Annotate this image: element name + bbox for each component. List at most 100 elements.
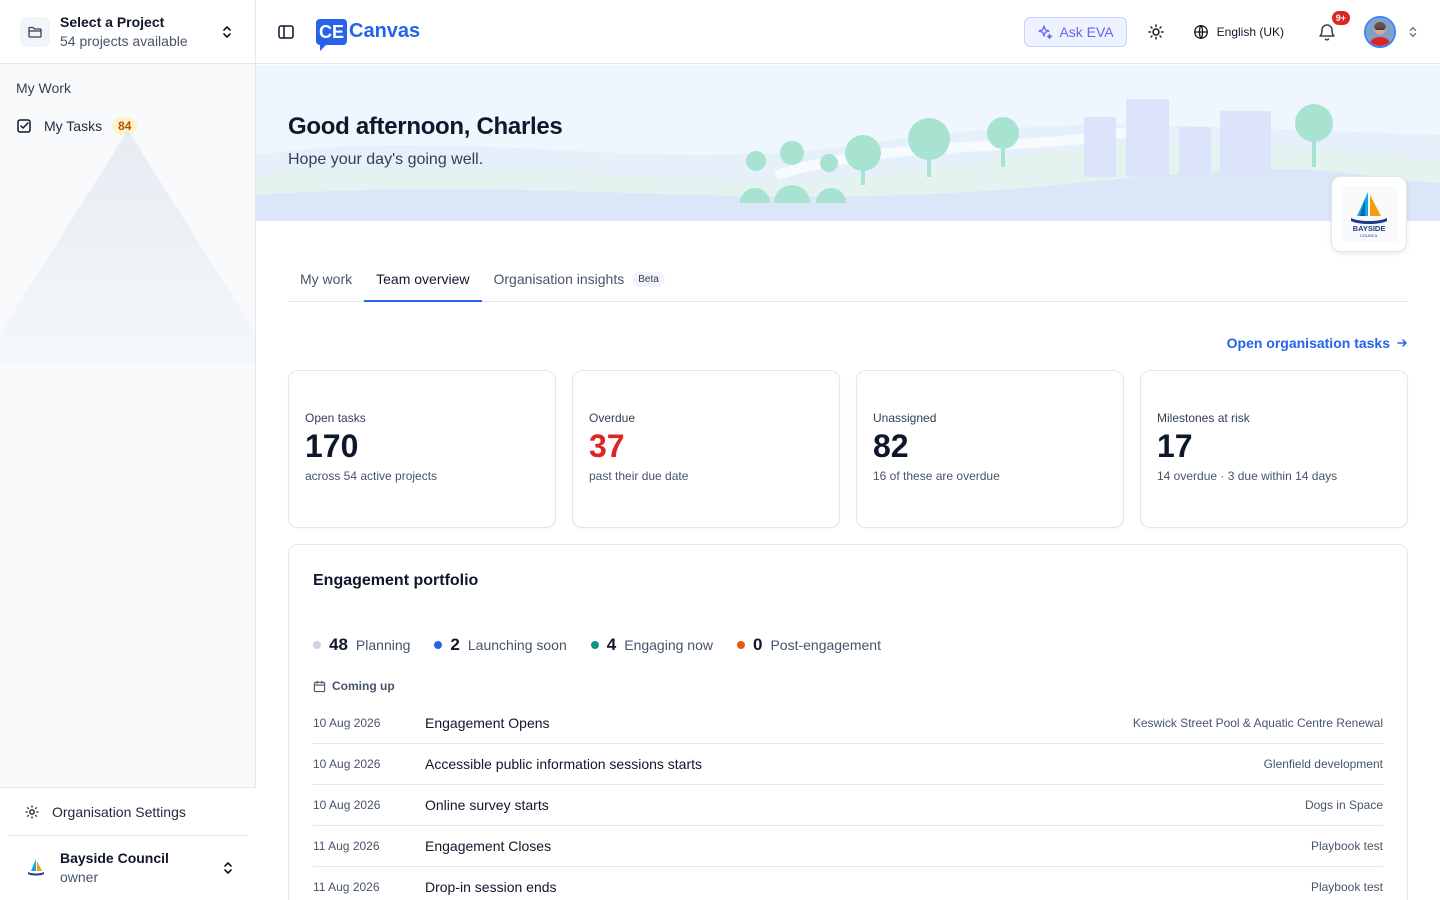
account-switcher[interactable]: Bayside Council owner: [0, 836, 256, 900]
org-logo-subtext: COUNCIL: [1360, 233, 1379, 238]
chevron-up-down-icon: [223, 25, 231, 38]
stage-dot: [313, 641, 321, 649]
beta-badge: Beta: [632, 271, 665, 287]
stat-label: Milestones at risk: [1157, 411, 1250, 425]
list-item[interactable]: 11 Aug 2026 Engagement Closes Playbook t…: [313, 826, 1383, 867]
logo-text: Canvas: [349, 20, 421, 42]
stat-label: Open tasks: [305, 411, 366, 425]
open-organisation-tasks-label: Open organisation tasks: [1226, 335, 1390, 351]
event-project: Dogs in Space: [1304, 798, 1383, 812]
stage-count: 2: [450, 635, 460, 654]
stat-label: Overdue: [589, 411, 636, 425]
stat-card-overdue[interactable]: Overdue 37 past their due date: [572, 370, 840, 528]
event-title: Engagement Closes: [425, 838, 552, 854]
main-content: Good afternoon, Charles Hope your day's …: [256, 65, 1440, 900]
tab-organisation-insights[interactable]: Organisation insights Beta: [482, 257, 677, 301]
stage-dot: [434, 641, 443, 649]
calendar-icon: [313, 680, 326, 692]
greeting-subtitle: Hope your day's going well.: [288, 151, 484, 168]
stage-label: Planning: [355, 637, 411, 653]
tab-label: Team overview: [376, 270, 470, 287]
stage-post-engagement[interactable]: 0 Post-engagement: [736, 635, 881, 655]
stage-launching-soon[interactable]: 2 Launching soon: [434, 635, 567, 655]
globe-icon: [1193, 24, 1208, 39]
event-title: Accessible public information sessions s…: [425, 756, 703, 772]
event-title: Engagement Opens: [425, 715, 550, 731]
account-name: Bayside Council: [60, 850, 169, 866]
greeting-title: Good afternoon, Charles: [288, 113, 563, 140]
project-selector[interactable]: Select a Project 54 projects available: [0, 0, 255, 64]
folder-icon: [20, 16, 50, 47]
app-logo[interactable]: CE Canvas: [316, 18, 421, 51]
coming-up-label: Coming up: [332, 679, 395, 693]
organisation-settings-button[interactable]: Organisation Settings: [8, 788, 248, 836]
stat-label: Unassigned: [873, 411, 937, 425]
account-role: owner: [60, 869, 99, 885]
project-selector-subtitle: 54 projects available: [60, 32, 188, 49]
notifications-badge: 9+: [1331, 10, 1350, 25]
bayside-logo-icon: [20, 852, 52, 884]
stage-engaging-now[interactable]: 4 Engaging now: [590, 635, 713, 655]
project-selector-title: Select a Project: [60, 13, 165, 30]
upcoming-events-list: 10 Aug 2026 Engagement Opens Keswick Str…: [313, 703, 1383, 900]
list-item[interactable]: 10 Aug 2026 Accessible public informatio…: [313, 744, 1383, 785]
sparkles-icon: [1038, 24, 1053, 39]
event-date: 10 Aug 2026: [313, 716, 381, 730]
event-project: Playbook test: [1310, 839, 1383, 853]
ask-eva-button[interactable]: Ask EVA: [1024, 16, 1127, 47]
language-selector[interactable]: English (UK): [1193, 24, 1284, 40]
dashboard-tabs: My work Team overview Organisation insig…: [288, 257, 1408, 302]
event-date: 11 Aug 2026: [313, 880, 380, 894]
event-date: 10 Aug 2026: [313, 757, 381, 771]
stat-card-unassigned[interactable]: Unassigned 82 16 of these are overdue: [856, 370, 1124, 528]
stat-value: 37: [589, 428, 625, 464]
chevron-up-down-icon: [224, 862, 232, 874]
notifications-button[interactable]: 9+: [1316, 10, 1350, 43]
stat-subtext: 16 of these are overdue: [873, 469, 1000, 483]
top-bar: CE Canvas Ask EVA English (UK) 9+: [256, 0, 1440, 64]
tab-my-work[interactable]: My work: [288, 257, 364, 301]
engagement-portfolio: Engagement portfolio 48 Planning 2 Launc…: [288, 544, 1408, 900]
open-organisation-tasks-link[interactable]: Open organisation tasks: [1227, 335, 1408, 351]
event-project: Glenfield development: [1263, 757, 1383, 771]
sidebar-footer: Organisation Settings Bayside Council ow…: [0, 787, 256, 900]
event-project: Playbook test: [1310, 880, 1383, 894]
org-logo-text: BAYSIDE: [1353, 224, 1386, 233]
sun-icon[interactable]: [1147, 23, 1165, 41]
stat-subtext: across 54 active projects: [305, 469, 438, 483]
language-label: English (UK): [1216, 24, 1284, 39]
coming-up-heading: Coming up: [313, 679, 1383, 693]
arrow-right-icon: [1397, 339, 1407, 347]
sidebar: Select a Project 54 projects available M…: [0, 0, 256, 900]
stage-count: 48: [329, 635, 348, 654]
stat-card-open-tasks[interactable]: Open tasks 170 across 54 active projects: [288, 370, 556, 528]
event-title: Online survey starts: [425, 797, 549, 813]
stage-count: 0: [752, 635, 763, 654]
stage-dot: [736, 641, 745, 649]
decorative-beam: [0, 130, 256, 364]
avatar[interactable]: [1364, 15, 1396, 48]
list-item[interactable]: 11 Aug 2026 Drop-in session ends Playboo…: [313, 867, 1383, 900]
stat-value: 17: [1157, 428, 1193, 464]
logo-mark: CE: [316, 18, 348, 51]
stage-label: Engaging now: [624, 637, 713, 653]
stat-card-milestones-at-risk[interactable]: Milestones at risk 17 14 overdue · 3 due…: [1140, 370, 1408, 528]
tab-team-overview[interactable]: Team overview: [364, 257, 482, 302]
section-label-my-work: My Work: [16, 80, 71, 96]
stage-summary: 48 Planning 2 Launching soon 4 Engaging …: [313, 635, 1383, 655]
tab-label: Organisation insights: [493, 271, 625, 287]
stat-value: 170: [305, 428, 359, 464]
stat-cards: Open tasks 170 across 54 active projects…: [288, 370, 1408, 528]
hero-illustration: [256, 99, 1440, 221]
stat-value: 82: [873, 428, 909, 464]
sidebar-toggle-icon[interactable]: [276, 22, 296, 42]
stage-label: Post-engagement: [770, 637, 881, 653]
organisation-logo: BAYSIDE COUNCIL: [1331, 176, 1407, 252]
stage-planning[interactable]: 48 Planning: [313, 635, 410, 655]
hero-banner: Good afternoon, Charles Hope your day's …: [256, 65, 1440, 221]
list-item[interactable]: 10 Aug 2026 Engagement Opens Keswick Str…: [313, 703, 1383, 744]
list-item[interactable]: 10 Aug 2026 Online survey starts Dogs in…: [313, 785, 1383, 826]
event-date: 10 Aug 2026: [313, 798, 381, 812]
event-date: 11 Aug 2026: [313, 839, 380, 853]
chevron-up-down-icon[interactable]: [1406, 25, 1420, 39]
